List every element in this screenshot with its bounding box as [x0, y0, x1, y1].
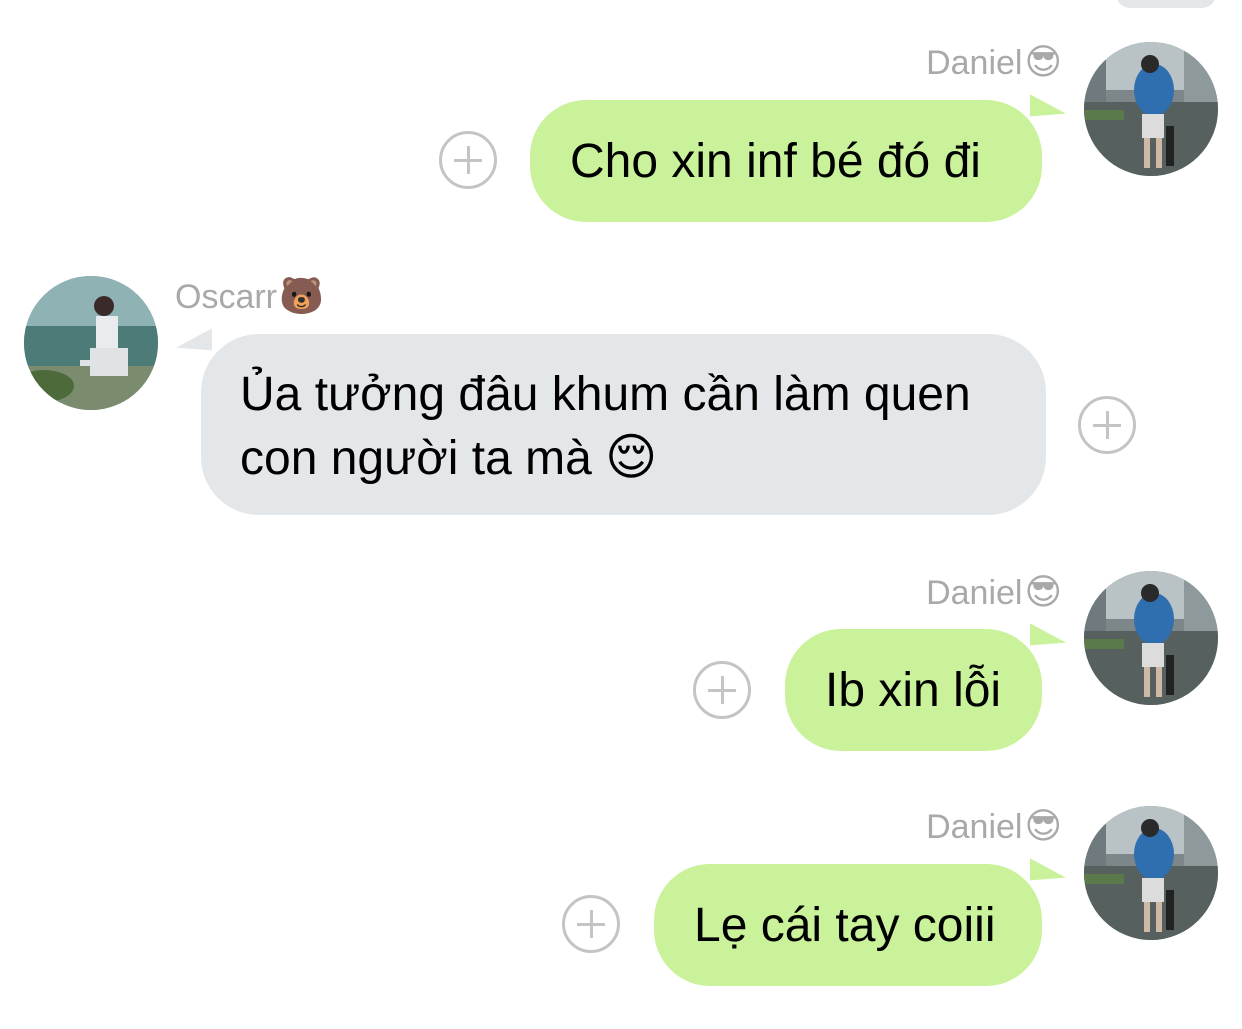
bubble-tail: [176, 328, 212, 370]
add-reaction-button[interactable]: [1078, 396, 1136, 454]
sunglasses-emoji-icon: 😎: [1024, 571, 1062, 612]
sunglasses-emoji-icon: 😎: [1024, 41, 1062, 82]
message-text: Ib xin lỗi: [825, 664, 1002, 717]
avatar-photo: [1084, 806, 1218, 940]
incoming-message-bubble[interactable]: Ủa tưởng đâu khum cần làm quen con người…: [201, 334, 1046, 515]
add-reaction-button[interactable]: [562, 895, 620, 953]
avatar-daniel[interactable]: [1084, 42, 1218, 176]
previous-message-bubble-edge: [1116, 0, 1216, 8]
avatar-photo: [1084, 571, 1218, 705]
message-text: Lẹ cái tay coiii: [694, 899, 996, 952]
sender-name-text: Daniel: [926, 574, 1023, 612]
sender-name-text: Daniel: [926, 44, 1023, 82]
message-text-line: con người ta mà 😌: [240, 426, 1007, 490]
outgoing-message-bubble[interactable]: Ib xin lỗi: [785, 629, 1042, 751]
avatar-photo: [1084, 42, 1218, 176]
outgoing-message-bubble[interactable]: Cho xin inf bé đó đi: [530, 100, 1042, 222]
message-text: con người ta mà: [240, 432, 592, 485]
avatar-oscarr[interactable]: [24, 276, 158, 410]
sunglasses-emoji-icon: 😎: [1024, 805, 1062, 846]
sender-name: Daniel😎: [926, 572, 1062, 613]
sender-name-text: Daniel: [926, 808, 1023, 846]
message-text: Cho xin inf bé đó đi: [570, 135, 981, 188]
avatar-daniel[interactable]: [1084, 806, 1218, 940]
avatar-daniel[interactable]: [1084, 571, 1218, 705]
sender-name-text: Oscarr: [175, 278, 277, 316]
add-reaction-button[interactable]: [693, 661, 751, 719]
avatar-photo: [24, 276, 158, 410]
message-text-line: Ủa tưởng đâu khum cần làm quen: [240, 368, 971, 421]
sender-name: Oscarr🐻: [175, 276, 324, 317]
bear-emoji-icon: 🐻: [279, 275, 324, 316]
outgoing-message-bubble[interactable]: Lẹ cái tay coiii: [654, 864, 1042, 986]
relieved-face-emoji-icon: 😌: [605, 429, 658, 485]
add-reaction-button[interactable]: [439, 131, 497, 189]
sender-name: Daniel😎: [926, 42, 1062, 83]
sender-name: Daniel😎: [926, 806, 1062, 847]
